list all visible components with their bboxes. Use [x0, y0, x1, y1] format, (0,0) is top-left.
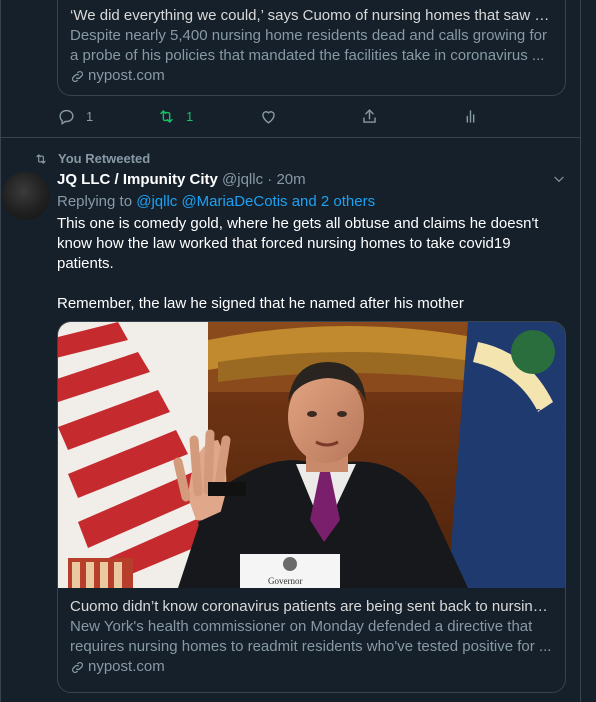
retweet-icon: [160, 110, 173, 123]
link-card-main[interactable]: EXCELSIOR Governor Cuomo didn’t know cor…: [57, 321, 566, 693]
link-card-domain: nypost.com: [70, 66, 553, 86]
share-button[interactable]: [360, 107, 379, 126]
analytics-button[interactable]: [461, 107, 480, 126]
link-card-domain-text: nypost.com: [88, 67, 165, 84]
chevron-down-icon[interactable]: [552, 172, 566, 186]
tweet-time[interactable]: 20m: [276, 171, 305, 188]
link-card-description: New York's health commissioner on Monday…: [70, 618, 552, 655]
reply-button[interactable]: 1: [57, 107, 93, 126]
link-card-domain: nypost.com: [70, 657, 553, 677]
podium-label: Governor: [268, 576, 303, 586]
tweet-header: JQ LLC / Impunity City @jqllc · 20m: [57, 170, 567, 190]
tweet-divider: [1, 137, 580, 138]
like-icon: [262, 111, 275, 124]
retweet-button[interactable]: 1: [157, 107, 193, 126]
press-conference-photo: EXCELSIOR Governor: [58, 322, 565, 588]
link-icon: [72, 661, 83, 673]
author-handle[interactable]: @jqllc: [222, 171, 263, 188]
reply-icon: [59, 109, 74, 125]
timeline-border-left: [0, 0, 1, 702]
timeline-border-right: [580, 0, 581, 702]
link-card-title: Cuomo didn’t know coronavirus patients a…: [70, 598, 553, 615]
like-button[interactable]: [259, 107, 278, 126]
tweet-text-paragraph-1: This one is comedy gold, where he gets a…: [57, 215, 539, 272]
retweet-count: 1: [186, 109, 194, 124]
retweet-context-label: You Retweeted: [58, 151, 151, 166]
reply-count: 1: [86, 109, 94, 124]
avatar[interactable]: [2, 172, 50, 220]
share-icon: [363, 109, 376, 123]
replying-to: Replying to @jqllc @MariaDeCotis and 2 o…: [57, 192, 375, 212]
link-card-title: ‘We did everything we could,’ says Cuomo…: [70, 7, 553, 24]
link-card-image: EXCELSIOR Governor: [58, 322, 565, 588]
link-card-previous[interactable]: ‘We did everything we could,’ says Cuomo…: [57, 0, 566, 96]
replying-to-users[interactable]: @jqllc @MariaDeCotis and 2 others: [136, 193, 375, 210]
link-card-domain-text: nypost.com: [88, 658, 165, 675]
retweet-icon: [36, 153, 46, 164]
tweet-text-paragraph-2: Remember, the law he signed that he name…: [57, 295, 464, 312]
tweet-action-bar: 1 1: [57, 107, 537, 129]
replying-to-prefix: Replying to: [57, 193, 133, 210]
retweet-context: You Retweeted: [34, 151, 150, 166]
meta-separator: ·: [267, 171, 273, 188]
link-icon: [72, 70, 83, 82]
analytics-icon: [466, 110, 475, 123]
author-name[interactable]: JQ LLC / Impunity City: [57, 171, 218, 188]
tweet-text: This one is comedy gold, where he gets a…: [57, 214, 562, 314]
link-card-description: Despite nearly 5,400 nursing home reside…: [70, 27, 547, 64]
